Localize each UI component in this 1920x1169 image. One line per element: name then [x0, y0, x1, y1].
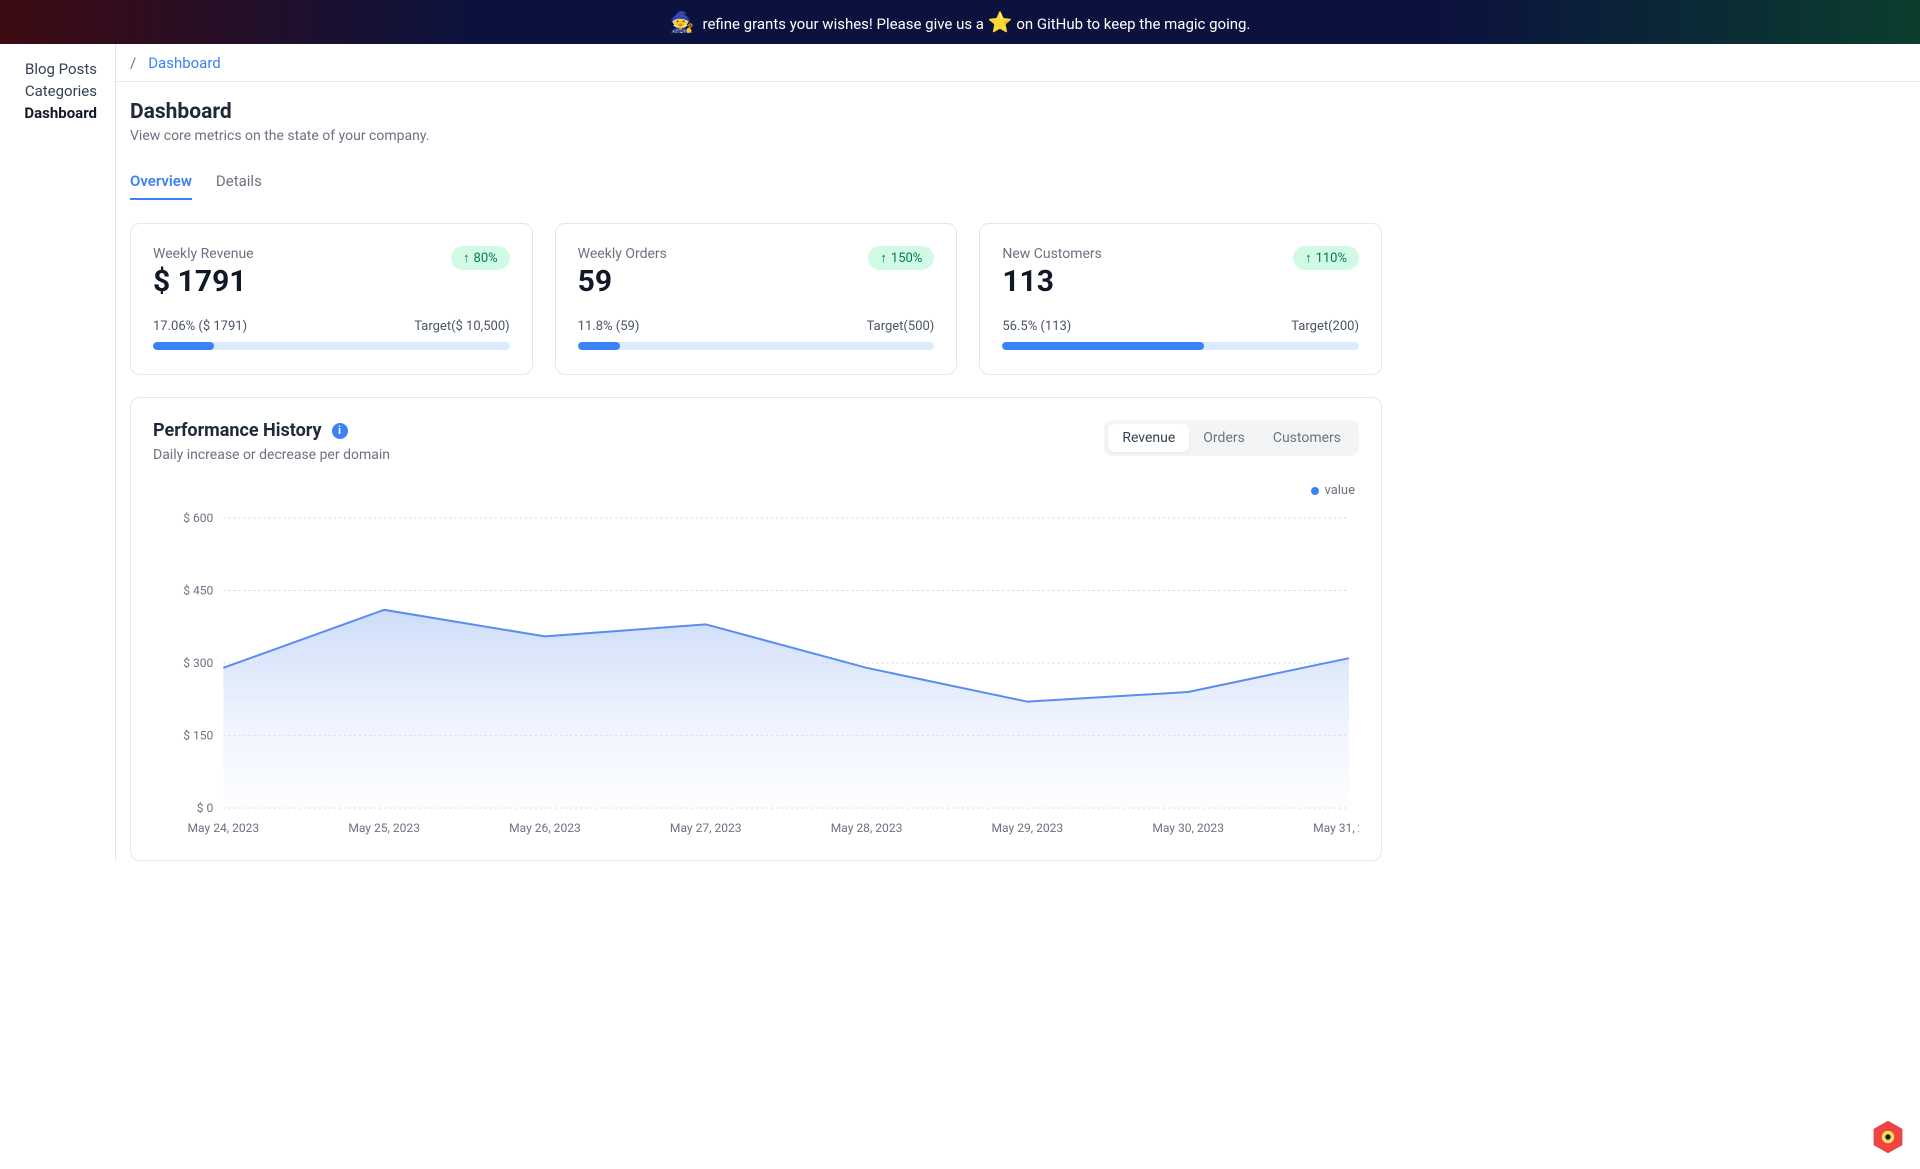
kpi-delta-badge: ↑110% — [1293, 246, 1359, 270]
x-tick-label: May 28, 2023 — [831, 821, 903, 835]
panel-subtitle: Daily increase or decrease per domain — [153, 447, 390, 463]
x-tick-label: May 27, 2023 — [670, 821, 742, 835]
kpi-progress-right: Target(200) — [1291, 319, 1359, 334]
kpi-title: New Customers — [1002, 246, 1102, 262]
kpi-delta-badge: ↑80% — [451, 246, 510, 270]
sidebar-item-blog-posts[interactable]: Blog Posts — [0, 58, 115, 80]
kpi-progress-left: 56.5% (113) — [1002, 319, 1071, 334]
sidebar-item-categories[interactable]: Categories — [0, 80, 115, 102]
star-icon: ⭐ — [988, 10, 1013, 34]
chart-segmented-control: RevenueOrdersCustomers — [1104, 420, 1359, 456]
page-subtitle: View core metrics on the state of your c… — [130, 128, 1382, 144]
kpi-card: New Customers 113 ↑110% 56.5% (113) Target(2… — [979, 223, 1382, 375]
kpi-progress-bar — [153, 342, 510, 350]
kpi-card: Weekly Orders 59 ↑150% 11.8% (59) Target(500… — [555, 223, 958, 375]
tab-overview[interactable]: Overview — [130, 172, 192, 200]
x-tick-label: May 29, 2023 — [992, 821, 1064, 835]
y-tick-label: $ 450 — [183, 584, 213, 598]
kpi-progress-right: Target($ 10,500) — [414, 319, 509, 334]
kpi-value: $ 1791 — [153, 264, 254, 299]
breadcrumb-current[interactable]: Dashboard — [148, 54, 221, 72]
y-tick-label: $ 300 — [183, 656, 213, 670]
breadcrumb: / Dashboard — [116, 44, 1920, 82]
arrow-up-icon: ↑ — [463, 250, 470, 266]
kpi-value: 113 — [1002, 264, 1102, 299]
kpi-delta-badge: ↑150% — [868, 246, 934, 270]
chart-legend: value — [153, 483, 1359, 498]
performance-panel: Performance History i Daily increase or … — [130, 397, 1382, 861]
seg-orders[interactable]: Orders — [1189, 424, 1259, 452]
x-tick-label: May 24, 2023 — [188, 821, 260, 835]
kpi-progress-left: 17.06% ($ 1791) — [153, 319, 247, 334]
page-title: Dashboard — [130, 100, 1382, 124]
seg-revenue[interactable]: Revenue — [1108, 424, 1189, 452]
kpi-title: Weekly Revenue — [153, 246, 254, 262]
x-tick-label: May 31, 2023 — [1313, 821, 1359, 835]
tab-details[interactable]: Details — [216, 172, 262, 200]
wizard-icon: 🧙 — [670, 10, 695, 34]
tab-bar: Overview Details — [130, 172, 1382, 201]
breadcrumb-separator: / — [130, 54, 136, 72]
kpi-title: Weekly Orders — [578, 246, 667, 262]
arrow-up-icon: ↑ — [1305, 250, 1312, 266]
kpi-row: Weekly Revenue $ 1791 ↑80% 17.06% ($ 1791) T… — [130, 223, 1382, 375]
x-tick-label: May 25, 2023 — [348, 821, 420, 835]
kpi-progress-left: 11.8% (59) — [578, 319, 640, 334]
seg-customers[interactable]: Customers — [1259, 424, 1355, 452]
promo-banner[interactable]: 🧙 refine grants your wishes! Please give… — [0, 0, 1920, 44]
y-tick-label: $ 600 — [183, 511, 213, 525]
sidebar-item-dashboard[interactable]: Dashboard — [0, 102, 115, 124]
x-tick-label: May 30, 2023 — [1152, 821, 1224, 835]
x-tick-label: May 26, 2023 — [509, 821, 581, 835]
performance-chart: $ 0 $ 150 $ 300 $ 450 $ 600 May 24, 2023 May 2… — [153, 498, 1359, 838]
kpi-progress-right: Target(500) — [867, 319, 935, 334]
legend-dot-icon — [1311, 487, 1319, 495]
legend-label: value — [1325, 483, 1356, 498]
kpi-value: 59 — [578, 264, 667, 299]
panel-title: Performance History — [153, 420, 322, 441]
y-tick-label: $ 150 — [183, 729, 213, 743]
arrow-up-icon: ↑ — [880, 250, 887, 266]
banner-text: refine grants your wishes! Please give u… — [703, 10, 1251, 34]
devtools-badge-icon[interactable] — [1870, 1119, 1906, 1155]
kpi-progress-bar — [1002, 342, 1359, 350]
kpi-card: Weekly Revenue $ 1791 ↑80% 17.06% ($ 1791) T… — [130, 223, 533, 375]
y-tick-label: $ 0 — [197, 801, 214, 815]
info-icon[interactable]: i — [332, 423, 348, 439]
sidebar: Blog PostsCategoriesDashboard — [0, 44, 116, 861]
kpi-progress-bar — [578, 342, 935, 350]
